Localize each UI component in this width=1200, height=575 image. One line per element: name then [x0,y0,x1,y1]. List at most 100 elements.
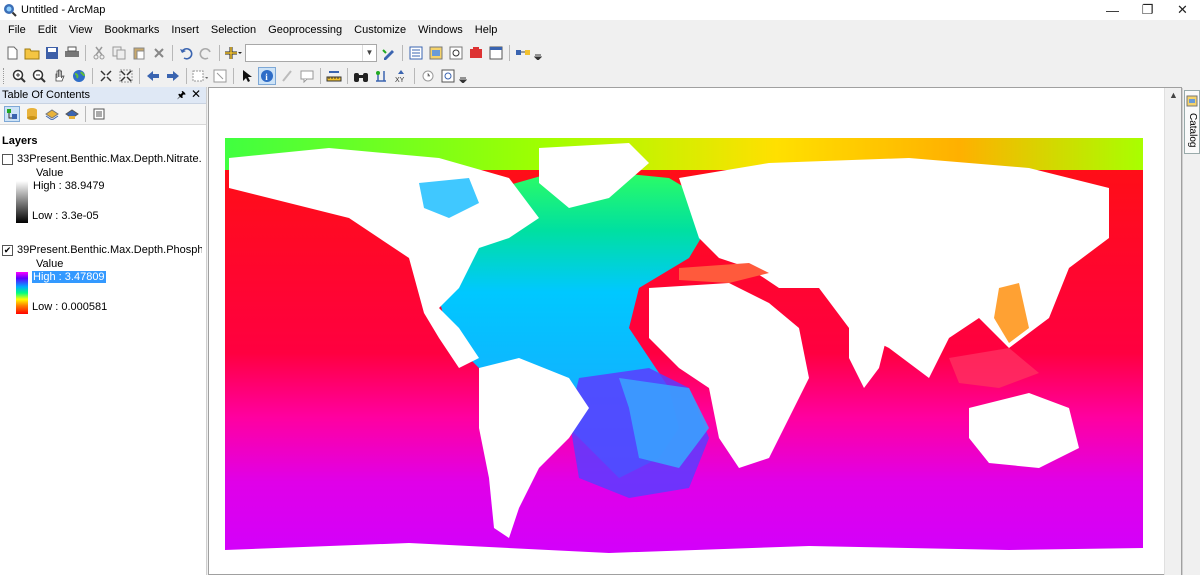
print-icon[interactable] [63,44,81,62]
toc-toolbar [0,104,206,125]
arcmap-app-icon [4,4,17,17]
select-features-icon[interactable] [191,67,209,85]
measure-icon[interactable] [325,67,343,85]
create-viewer-window-icon[interactable] [439,67,457,85]
back-arrow-icon[interactable] [144,67,162,85]
maximize-button[interactable]: ❐ [1130,0,1165,20]
catalog-icon [1186,95,1198,107]
legend-high-value[interactable]: High : 3.47809 [32,271,106,283]
fixed-zoom-out-icon[interactable] [117,67,135,85]
toolbar-separator [509,44,510,61]
zoom-out-icon[interactable] [30,67,48,85]
menu-view[interactable]: View [63,20,99,41]
toc-layer-list: Layers 33Present.Benthic.Max.Depth.Nitra… [0,125,206,321]
layer-visibility-checkbox[interactable]: ✔ [2,244,13,256]
menu-insert[interactable]: Insert [165,20,205,41]
model-builder-icon[interactable] [514,44,532,62]
title-bar: Untitled - ArcMap — ❐ ✕ [0,0,1200,20]
list-by-source-icon[interactable] [24,106,40,122]
toc-title: Table Of Contents [2,89,91,101]
legend-value-label: Value [36,167,64,179]
cut-icon[interactable] [90,44,108,62]
layer-visibility-checkbox[interactable] [2,153,13,165]
save-icon[interactable] [43,44,61,62]
python-window-icon[interactable] [487,44,505,62]
legend-low-value: Low : 0.000581 [32,301,108,313]
html-popup-icon[interactable] [298,67,316,85]
close-button[interactable]: ✕ [1165,0,1200,20]
menu-file[interactable]: File [2,20,32,41]
open-folder-icon[interactable] [23,44,41,62]
toolbar-options-icon[interactable] [534,44,542,62]
toolbar-separator [233,67,234,84]
arctoolbox-icon[interactable] [467,44,485,62]
toolbar-separator [85,106,86,122]
pin-icon[interactable]: 🖈 [177,88,186,105]
phosphate-world-map[interactable] [209,88,1182,575]
pan-hand-icon[interactable] [50,67,68,85]
undo-icon[interactable] [177,44,195,62]
full-extent-globe-icon[interactable] [70,67,88,85]
menu-windows[interactable]: Windows [412,20,469,41]
zoom-in-icon[interactable] [10,67,28,85]
legend-high-value: High : 38.9479 [33,180,105,192]
list-by-visibility-icon[interactable] [44,106,60,122]
layer-name[interactable]: 33Present.Benthic.Max.Depth.Nitrate.M [17,153,202,165]
catalog-tab-label: Catalog [1187,113,1198,148]
menu-geoprocessing[interactable]: Geoprocessing [262,20,348,41]
list-by-selection-icon[interactable] [64,106,80,122]
catalog-tab[interactable]: Catalog [1184,90,1200,154]
table-of-contents-panel: Table Of Contents 🖈 ✕ Layers 33Present.B… [0,87,207,575]
map-display[interactable] [208,87,1182,575]
toolbar-separator [92,67,93,84]
menu-customize[interactable]: Customize [348,20,412,41]
forward-arrow-icon[interactable] [164,67,182,85]
list-by-drawing-order-icon[interactable] [4,106,20,122]
go-to-xy-icon[interactable]: XY [392,67,410,85]
copy-icon[interactable] [110,44,128,62]
chevron-down-icon[interactable]: ▼ [362,44,376,61]
menu-selection[interactable]: Selection [205,20,262,41]
identify-icon[interactable]: i [258,66,276,85]
redo-icon[interactable] [197,44,215,62]
toolbar-separator [402,44,403,61]
hyperlink-icon[interactable] [278,67,296,85]
minimize-button[interactable]: — [1095,0,1130,20]
delete-icon[interactable] [150,44,168,62]
svg-text:XY: XY [395,77,405,83]
select-elements-pointer-icon[interactable] [238,67,256,85]
tools-toolbar: i XY [0,64,1200,87]
find-route-icon[interactable] [372,67,390,85]
table-of-contents-icon[interactable] [407,44,425,62]
toolbar-separator [172,44,173,61]
fixed-zoom-in-icon[interactable] [97,67,115,85]
legend-low-value: Low : 3.3e-05 [32,210,99,222]
find-binoculars-icon[interactable] [352,67,370,85]
layer-item-nitrate[interactable]: 33Present.Benthic.Max.Depth.Nitrate.M [2,151,206,167]
map-vertical-scrollbar[interactable]: ▲ [1164,88,1181,575]
clear-selection-icon[interactable] [211,67,229,85]
new-document-icon[interactable] [3,44,21,62]
time-slider-icon[interactable] [419,67,437,85]
search-window-icon[interactable] [447,44,465,62]
toolbar-options-icon[interactable] [459,67,467,85]
window-title: Untitled - ArcMap [21,4,106,16]
toolbar-grip[interactable] [3,67,6,84]
menu-bookmarks[interactable]: Bookmarks [98,20,165,41]
toolbar-separator [85,44,86,61]
map-scale-combo[interactable]: ▼ [245,43,377,62]
paste-icon[interactable] [130,44,148,62]
standard-toolbar: ▼ [0,41,1200,64]
toc-options-icon[interactable] [91,106,107,122]
layer-name[interactable]: 39Present.Benthic.Max.Depth.Phosphat [17,244,202,256]
layer-item-phosphate[interactable]: ✔ 39Present.Benthic.Max.Depth.Phosphat [2,242,206,258]
catalog-window-icon[interactable] [427,44,445,62]
add-data-icon[interactable] [224,44,242,62]
menu-edit[interactable]: Edit [32,20,63,41]
scroll-up-arrow-icon[interactable]: ▲ [1169,90,1178,100]
editor-toolbar-icon[interactable] [380,44,398,62]
toc-close-button[interactable]: ✕ [191,87,201,101]
layers-data-frame[interactable]: Layers [2,134,206,148]
legend-phosphate: Value High : 3.47809 Low : 0.000581 [16,258,206,321]
menu-help[interactable]: Help [469,20,504,41]
